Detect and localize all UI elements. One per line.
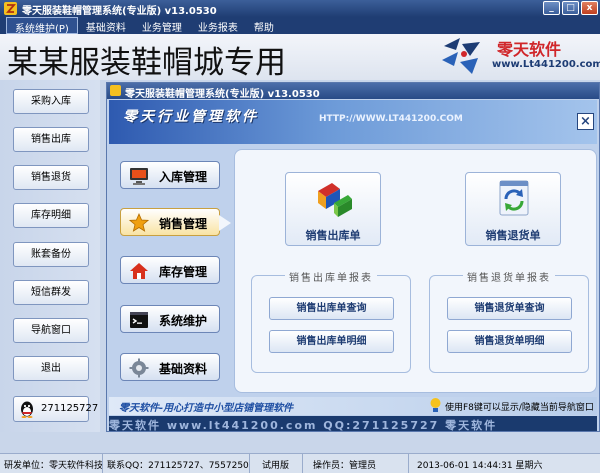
close-button[interactable]: x	[581, 1, 598, 15]
banner: 某某服装鞋帽城专用 零天软件 www.Lt441200.com	[0, 34, 600, 81]
nav-label: 入库管理	[159, 170, 208, 184]
status-bar: 研发单位：零天软件科技 联系QQ：271125727、755725089 试用版…	[0, 453, 600, 473]
header-url: HTTP://WWW.LT441200.COM	[319, 114, 463, 124]
navigation-window-title: 零天服装鞋帽管理系统(专业版) v13.0530	[125, 89, 320, 100]
sales-return-report-group: 销售退货单报表 销售退货单查询 销售退货单明细	[429, 273, 589, 373]
window-icon	[110, 85, 121, 96]
qq-contact[interactable]: 271125727	[13, 396, 98, 422]
sidebar: 采购入库 销售出库 销售退货 库存明细 账套备份 短信群发 导航窗口 退出 27…	[0, 80, 100, 432]
brand-url[interactable]: www.Lt441200.com	[492, 59, 600, 70]
nav-inbound-management[interactable]: 入库管理	[120, 161, 220, 189]
nav-label: 系统维护	[159, 314, 208, 328]
sales-out-report-group: 销售出库单报表 销售出库单查询 销售出库单明细	[251, 273, 411, 373]
status-edition: 试用版	[250, 454, 303, 473]
navigation-header: 零天行业管理软件 HTTP://WWW.LT441200.COM ×	[109, 100, 597, 144]
sidebar-backup-button[interactable]: 账套备份	[13, 242, 89, 267]
banner-title: 某某服装鞋帽城专用	[7, 45, 286, 81]
app-title: 零天服装鞋帽管理系统(专业版) v13.0530	[22, 6, 217, 17]
house-icon	[130, 263, 148, 279]
footer-tip: 使用F8键可以显示/隐藏当前导航窗口	[445, 403, 594, 413]
sales-out-detail-button[interactable]: 销售出库单明细	[269, 330, 394, 353]
menu-basic-data[interactable]: 基础资料	[78, 17, 134, 34]
app-titlebar: 零天服装鞋帽管理系统(专业版) v13.0530 _ □ x	[0, 0, 600, 17]
scrolling-marquee: 零天软件 www.lt441200.com QQ:271125727 零天软件	[109, 416, 597, 431]
nav-inventory-management[interactable]: 库存管理	[120, 256, 220, 284]
marquee-text: 零天软件 www.lt441200.com QQ:271125727 零天软件	[109, 419, 498, 431]
group-title: 销售出库单报表	[285, 273, 377, 284]
nav-system-maintenance[interactable]: 系统维护	[120, 305, 220, 333]
sidebar-sales-return-button[interactable]: 销售退货	[13, 165, 89, 190]
status-operator: 操作员：管理员	[303, 454, 409, 473]
menu-reports[interactable]: 业务报表	[190, 17, 246, 34]
sidebar-sms-button[interactable]: 短信群发	[13, 280, 89, 305]
puzzle-blocks-icon	[318, 183, 352, 217]
sales-return-label: 销售退货单	[485, 229, 541, 242]
brand-name: 零天软件	[497, 40, 562, 59]
footer-slogan: 零天软件-用心打造中小型店铺管理软件	[119, 403, 294, 414]
sidebar-purchase-in-button[interactable]: 采购入库	[13, 89, 89, 114]
refresh-icon	[499, 180, 529, 216]
sales-out-label: 销售出库单	[305, 229, 361, 242]
gear-icon	[129, 358, 149, 378]
menu-bar: 系统维护(P) 基础资料 业务管理 业务报表 帮助	[0, 17, 600, 35]
sales-return-detail-button[interactable]: 销售退货单明细	[447, 330, 572, 353]
sales-return-tile[interactable]: 销售退货单	[465, 172, 561, 246]
nav-label: 库存管理	[159, 265, 208, 279]
nav-basic-data[interactable]: 基础资料	[120, 353, 220, 381]
app-logo-icon	[4, 2, 17, 15]
terminal-icon	[130, 312, 148, 328]
sales-return-query-button[interactable]: 销售退货单查询	[447, 297, 572, 320]
group-title: 销售退货单报表	[463, 273, 555, 284]
nav-label: 销售管理	[159, 217, 208, 231]
header-title: 零天行业管理软件	[123, 109, 259, 125]
menu-business[interactable]: 业务管理	[134, 17, 190, 34]
monitor-icon	[130, 168, 148, 185]
sidebar-stock-detail-button[interactable]: 库存明细	[13, 203, 89, 228]
navigation-close-button[interactable]: ×	[577, 113, 594, 130]
qq-number: 271125727	[41, 403, 99, 414]
qq-penguin-icon	[21, 401, 33, 418]
nav-sales-management[interactable]: 销售管理	[120, 208, 231, 236]
navigation-window-titlebar: 零天服装鞋帽管理系统(专业版) v13.0530	[107, 83, 599, 100]
navigation-footer: 零天软件-用心打造中小型店铺管理软件 使用F8键可以显示/隐藏当前导航窗口	[109, 397, 597, 415]
sidebar-exit-button[interactable]: 退出	[13, 356, 89, 381]
status-developer: 研发单位：零天软件科技	[0, 454, 103, 473]
sales-out-tile[interactable]: 销售出库单	[285, 172, 381, 246]
nav-label: 基础资料	[159, 362, 208, 376]
sidebar-nav-window-button[interactable]: 导航窗口	[13, 318, 89, 343]
minimize-button[interactable]: _	[543, 1, 560, 15]
menu-system[interactable]: 系统维护(P)	[6, 17, 78, 35]
maximize-button[interactable]: □	[562, 1, 579, 15]
sales-content-panel: 销售出库单 销售退货单 销售出库单报表 销售出库单查询 销售出库单明细 销售退货…	[234, 149, 597, 393]
sidebar-sales-out-button[interactable]: 销售出库	[13, 127, 89, 152]
menu-help[interactable]: 帮助	[246, 17, 282, 34]
status-contact-qq: 联系QQ：271125727、755725089	[103, 454, 250, 473]
lightbulb-user-icon	[430, 398, 441, 412]
sales-out-query-button[interactable]: 销售出库单查询	[269, 297, 394, 320]
brand-logo-icon	[442, 38, 480, 74]
status-datetime: 2013-06-01 14:44:31 星期六	[417, 461, 543, 471]
navigation-window: 零天服装鞋帽管理系统(专业版) v13.0530 零天行业管理软件 HTTP:/…	[106, 82, 600, 432]
star-icon	[129, 213, 149, 232]
